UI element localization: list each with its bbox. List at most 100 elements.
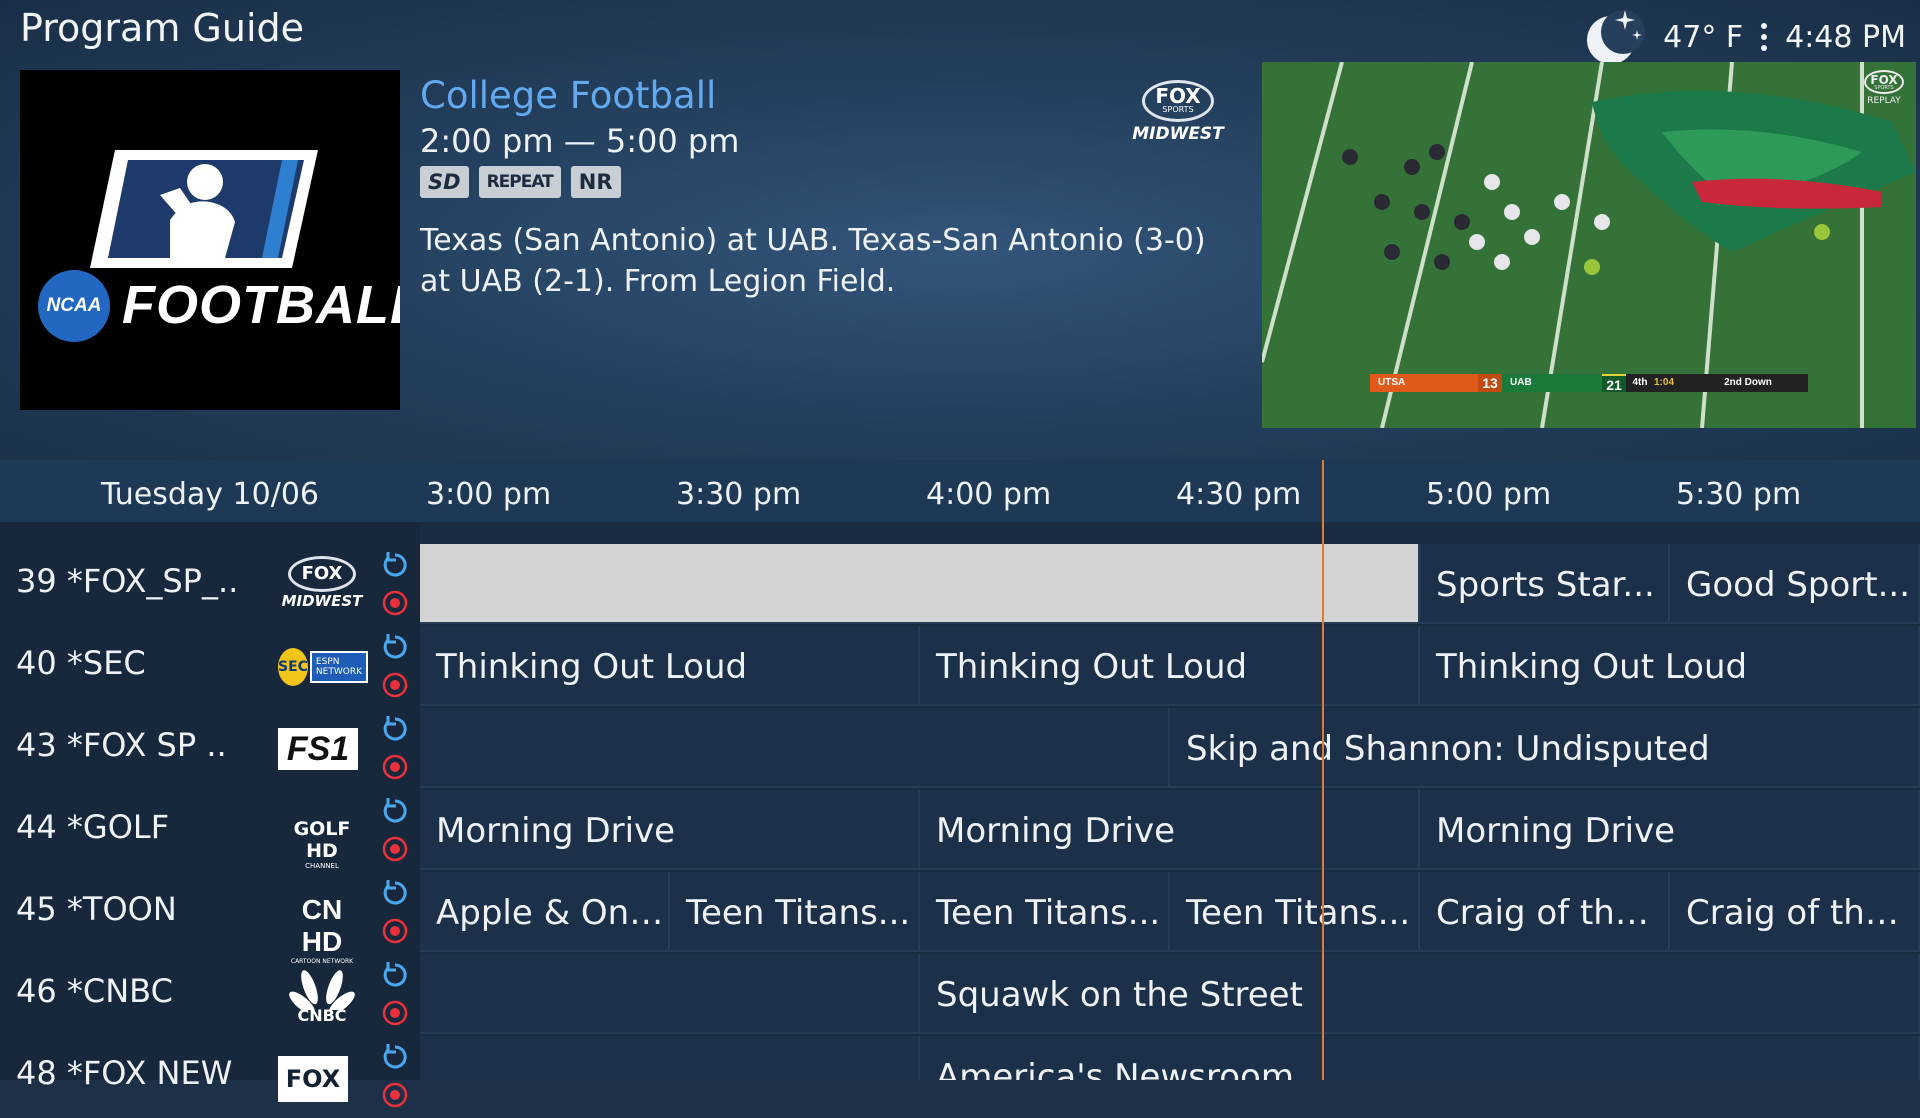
- program-cell[interactable]: Skip and Shannon: Undisputed: [1170, 708, 1920, 788]
- sd-badge: SD: [420, 166, 469, 198]
- record-icon[interactable]: [380, 752, 410, 782]
- team2-score: 21: [1602, 374, 1626, 393]
- program-info-panel: Program Guide 47° F 4:48 PM NCAA FOOTBAL…: [0, 0, 1920, 460]
- moon-icon: [1585, 8, 1649, 66]
- replay-icon[interactable]: [380, 878, 410, 908]
- ncaa-badge: NCAA: [38, 270, 110, 342]
- record-icon[interactable]: [380, 998, 410, 1028]
- program-cell[interactable]: Thinking Out Loud: [420, 626, 920, 706]
- scoreboard: UTSA 13 UAB 21 4th 1:04 2nd Down: [1370, 374, 1808, 393]
- program-cell[interactable]: America's Newsroom: [920, 1036, 1920, 1080]
- time-slot: 5:00 pm: [1426, 477, 1552, 512]
- current-time-indicator: [1322, 460, 1324, 1080]
- poster-football-text: FOOTBALL: [122, 275, 400, 335]
- program-cell[interactable]: Teen Titans...: [670, 872, 920, 952]
- team1-name: UTSA: [1370, 374, 1478, 392]
- quarter: 4th: [1626, 374, 1654, 392]
- down: 2nd Down: [1688, 374, 1808, 392]
- fox-news-logo: FOX: [278, 1048, 366, 1110]
- network-logo-midwest: MIDWEST: [1132, 124, 1224, 144]
- record-icon[interactable]: [380, 916, 410, 946]
- program-cell[interactable]: Morning Drive: [1420, 790, 1920, 870]
- program-cell[interactable]: Morning Drive: [420, 790, 920, 870]
- record-icon[interactable]: [380, 588, 410, 618]
- channel-row[interactable]: 45 *TOON CN HD CARTOON NETWORK: [0, 872, 420, 965]
- fox-sports-midwest-logo: FOX MIDWEST: [278, 556, 366, 618]
- clock: 4:48 PM: [1785, 19, 1906, 55]
- time-slot: 4:30 pm: [1176, 477, 1302, 512]
- program-badges: SD REPEAT NR: [420, 166, 621, 198]
- fox-sports-midwest-logo: FOX SPORTS MIDWEST: [1130, 80, 1226, 152]
- status-area: 47° F 4:48 PM: [1585, 8, 1906, 66]
- program-cell[interactable]: Squawk on the Street: [920, 954, 1920, 1034]
- team2-name: UAB: [1502, 374, 1602, 392]
- page-title: Program Guide: [20, 6, 304, 50]
- channel-row[interactable]: 46 *CNBC CNBC: [0, 954, 420, 1036]
- channel-row[interactable]: 43 *FOX SP .. FS1: [0, 708, 420, 790]
- time-header: Tuesday 10/06 3:00 pm 3:30 pm 4:00 pm 4:…: [0, 460, 1920, 522]
- guide-date: Tuesday 10/06: [100, 477, 320, 512]
- more-options-icon[interactable]: [1757, 23, 1771, 51]
- sec-network-logo: SEC ESPN NETWORK: [278, 638, 368, 700]
- program-cell[interactable]: Craig of the...: [1420, 872, 1670, 952]
- channel-row[interactable]: 44 *GOLF GOLF HD CHANNEL: [0, 790, 420, 872]
- channel-name: 45 *TOON: [16, 890, 177, 928]
- cnbc-logo: CNBC: [278, 966, 366, 1028]
- time-slot: 3:30 pm: [676, 477, 802, 512]
- network-logo-fox: FOX: [1155, 84, 1201, 108]
- program-cell[interactable]: Thinking Out Loud: [1420, 626, 1920, 706]
- program-poster: NCAA FOOTBALL: [20, 70, 400, 410]
- temperature: 47° F: [1663, 19, 1744, 55]
- video-network-bug: FOX SPORTS REPLAY: [1864, 70, 1904, 106]
- program-cell[interactable]: Good Sport...: [1670, 544, 1920, 624]
- time-slot: 3:00 pm: [426, 477, 552, 512]
- replay-icon[interactable]: [380, 632, 410, 662]
- program-grid: Sports Star... Good Sport... Thinking Out …: [420, 522, 1920, 1080]
- program-cell[interactable]: [420, 1036, 920, 1080]
- ncaa-football-logo: [90, 150, 318, 268]
- program-cell[interactable]: Craig of the...: [1670, 872, 1920, 952]
- program-time: 2:00 pm — 5:00 pm: [420, 122, 740, 160]
- program-cell[interactable]: Thinking Out Loud: [920, 626, 1420, 706]
- program-cell[interactable]: Sports Star...: [1420, 544, 1670, 624]
- bug-replay: REPLAY: [1867, 96, 1901, 106]
- record-icon[interactable]: [380, 1080, 410, 1110]
- replay-icon[interactable]: [380, 960, 410, 990]
- channel-name: 43 *FOX SP ..: [16, 726, 227, 764]
- program-description: Texas (San Antonio) at UAB. Texas-San An…: [420, 223, 1206, 299]
- program-cell[interactable]: Morning Drive: [920, 790, 1420, 870]
- record-icon[interactable]: [380, 834, 410, 864]
- program-cell[interactable]: Teen Titans...: [920, 872, 1170, 952]
- cartoon-network-logo: CN HD CARTOON NETWORK: [290, 894, 354, 965]
- time-slot: 4:00 pm: [926, 477, 1052, 512]
- replay-icon[interactable]: [380, 714, 410, 744]
- program-title: College Football: [420, 74, 717, 117]
- game-clock: 1:04: [1654, 374, 1688, 392]
- fs1-logo: FS1: [278, 720, 366, 782]
- bug-fox: FOX: [1870, 73, 1898, 87]
- live-video-preview[interactable]: FOX SPORTS REPLAY UTSA 13 UAB 21 4th 1:0…: [1262, 62, 1916, 428]
- channel-row[interactable]: 40 *SEC SEC ESPN NETWORK: [0, 626, 420, 708]
- channel-name: 39 *FOX_SP_..: [16, 562, 239, 600]
- channel-row[interactable]: 48 *FOX NEW FOX: [0, 1036, 420, 1118]
- program-cell[interactable]: Teen Titans...: [1170, 872, 1420, 952]
- team1-score: 13: [1478, 374, 1502, 392]
- channel-name: 46 *CNBC: [16, 972, 173, 1010]
- golf-channel-logo: GOLF HD CHANNEL: [293, 818, 351, 870]
- channel-name: 44 *GOLF: [16, 808, 170, 846]
- channel-row[interactable]: 39 *FOX_SP_.. FOX MIDWEST: [0, 544, 420, 626]
- program-cell[interactable]: Apple & Oni...: [420, 872, 670, 952]
- replay-icon[interactable]: [380, 796, 410, 826]
- replay-icon[interactable]: [380, 1042, 410, 1072]
- channel-name: 48 *FOX NEW: [16, 1054, 233, 1092]
- channel-name: 40 *SEC: [16, 644, 146, 682]
- replay-icon[interactable]: [380, 550, 410, 580]
- program-cell[interactable]: [420, 954, 920, 1034]
- repeat-badge: REPEAT: [478, 166, 561, 198]
- time-slot: 5:30 pm: [1676, 477, 1802, 512]
- program-cell[interactable]: [420, 544, 1420, 624]
- record-icon[interactable]: [380, 670, 410, 700]
- rating-badge: NR: [570, 166, 621, 198]
- program-cell[interactable]: st: [420, 708, 1170, 788]
- channel-list: 39 *FOX_SP_.. FOX MIDWEST 40 *SEC SEC ESPN NE…: [0, 522, 420, 1108]
